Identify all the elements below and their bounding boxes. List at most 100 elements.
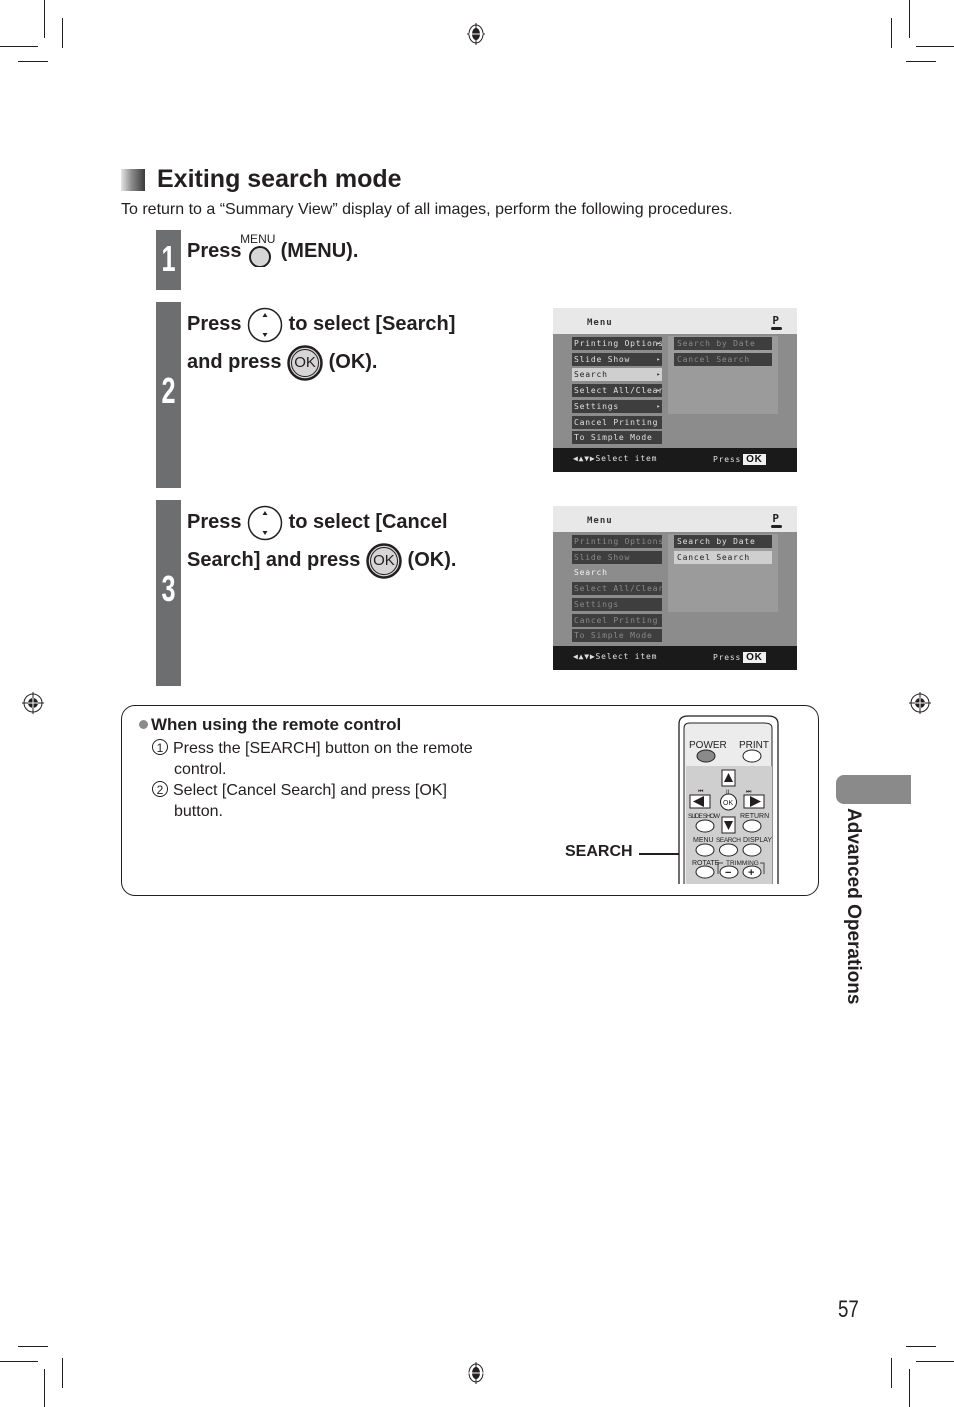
menu-item-label: Settings (574, 401, 619, 411)
screen-submenu-item: Search by Date (674, 535, 772, 548)
ok-glyph: OK (294, 353, 316, 371)
step-text-part: to select [Search] (288, 313, 456, 335)
menu-item-label: Select All/Clear (574, 584, 662, 594)
registration-mark-icon (909, 692, 931, 714)
submenu-arrow-icon: ▸ (656, 402, 661, 410)
ok-badge: OK (743, 454, 766, 465)
circled-number: 2 (152, 781, 168, 797)
remote-ok-label: OK (723, 800, 733, 807)
registration-mark-icon (467, 1362, 485, 1384)
press-label: Press (713, 653, 742, 662)
remote-display-button (742, 843, 762, 857)
menu-item-label: To Simple Mode (574, 433, 653, 443)
remote-slideshow-label: SLIDE SHOW (688, 813, 721, 820)
remote-power-label: POWER (689, 740, 727, 751)
screen-menu-item: To Simple Mode (572, 431, 662, 445)
up-down-button-icon (247, 505, 283, 541)
step-text-part: Press (187, 313, 242, 335)
crop-mark (916, 1361, 954, 1362)
remote-search-label: SEARCH (716, 837, 741, 844)
crop-mark (909, 1369, 910, 1407)
footer-nav-hint: ◀▲▼▶Select item (573, 454, 658, 463)
registration-mark-icon (22, 692, 44, 714)
screen-submenu-item: Cancel Search (674, 352, 772, 366)
screen-footer: ◀▲▼▶Select item Press OK (553, 646, 797, 670)
screen-menu-item: Slide Show ▸ (572, 352, 662, 366)
bullet-icon (139, 720, 148, 729)
remote-note-heading-text: When using the remote control (151, 715, 402, 734)
camera-menu-screen-step3: Menu P Printing Options Slide Show Search S… (553, 506, 797, 670)
menu-item-label: Select All/Clear (574, 386, 662, 396)
screen-submenu-item: Search by Date (674, 337, 772, 350)
remote-note-step-cont: control. (152, 759, 473, 780)
step-text-part: (MENU). (280, 240, 359, 262)
step-1-text: Press MENU (MENU). (187, 232, 358, 270)
ok-button-icon: OK (366, 542, 402, 579)
menu-item-label: Search (574, 370, 608, 380)
screen-title: Menu (587, 318, 613, 328)
press-label: Press (713, 455, 742, 464)
remote-minus-label: − (725, 867, 731, 879)
crop-mark (0, 46, 38, 47)
step-2-bar: 2 (156, 302, 181, 488)
camera-menu-screen-step2: Menu P Printing Options ▸ Slide Show ▸ Searc… (553, 308, 797, 472)
crop-mark (18, 61, 48, 62)
screen-menu-item: Settings ▸ (572, 399, 662, 413)
registration-mark-icon (467, 23, 485, 45)
step-text-part: (OK). (407, 549, 457, 571)
step-number: 1 (161, 238, 176, 279)
remote-note-step: 2 Select [Cancel Search] and press [OK] (152, 780, 473, 801)
screen-menu-item: Search ▸ (572, 368, 662, 382)
crop-mark (0, 1361, 38, 1362)
remote-slideshow-button (695, 819, 715, 833)
remote-print-label: PRINT (739, 740, 769, 751)
remote-note-steps: 1 Press the [SEARCH] button on the remote… (152, 738, 473, 822)
screen-menu-item: Cancel Printing (572, 415, 662, 429)
printer-mode-icon: P (771, 512, 782, 528)
step-text-part: to select [Cancel (288, 511, 448, 533)
screen-menu-item: Select All/Clear ▸ (572, 384, 662, 398)
screen-title-bar: Menu P (553, 506, 797, 532)
step-text-part: (OK). (328, 351, 378, 373)
footer-press-hint: Press OK (713, 454, 766, 465)
search-callout-label: SEARCH (565, 843, 633, 860)
menu-item-label: Slide Show (574, 354, 631, 364)
screen-menu-item: Slide Show (572, 550, 662, 564)
submenu-arrow-icon: ▸ (656, 371, 661, 379)
step-line: button. (174, 803, 223, 820)
submenu-arrow-icon: ▸ (656, 340, 661, 347)
step-text-part: Search] and press (187, 549, 361, 571)
footer-nav-hint: ◀▲▼▶Select item (573, 652, 658, 661)
remote-plus-label: + (748, 867, 754, 879)
crop-mark (62, 1358, 63, 1388)
remote-control-illustration: POWER PRINT ⏮ II ⏭ OK SLIDE SHOW RETURN … (678, 715, 779, 884)
screen-menu-item: Settings (572, 597, 662, 611)
remote-menu-label: MENU (693, 837, 714, 844)
ok-glyph: OK (373, 551, 395, 569)
step-3-text: Press to select [Cancel Search] and pres… (187, 503, 456, 579)
crop-mark (891, 18, 892, 48)
screen-title: Menu (587, 516, 613, 526)
menu-item-label: Printing Options (574, 537, 662, 546)
menu-item-label: To Simple Mode (574, 631, 653, 641)
remote-note-step-cont: button. (152, 801, 473, 822)
crop-mark (44, 0, 45, 38)
section-marker (121, 169, 145, 191)
printer-mode-icon: P (771, 314, 782, 330)
remote-power-button (696, 749, 716, 763)
crop-mark (906, 1346, 936, 1347)
remote-rotate-button (695, 865, 715, 879)
menu-item-label: Search (574, 568, 608, 578)
page-number: 57 (838, 1296, 859, 1323)
crop-mark (916, 46, 954, 47)
screen-menu-item: Printing Options ▸ (572, 337, 662, 350)
up-down-button-icon (247, 307, 283, 343)
step-2-text: Press to select [Search] and press OK (O… (187, 305, 455, 381)
menu-button-icon: MENU (240, 233, 275, 267)
crop-mark (909, 0, 910, 38)
screen-submenu-item: Cancel Search (674, 550, 772, 564)
ok-badge: OK (743, 652, 766, 663)
remote-prev-label: ⏮ (698, 789, 704, 795)
remote-search-button (719, 843, 738, 857)
screen-footer: ◀▲▼▶Select item Press OK (553, 448, 797, 472)
